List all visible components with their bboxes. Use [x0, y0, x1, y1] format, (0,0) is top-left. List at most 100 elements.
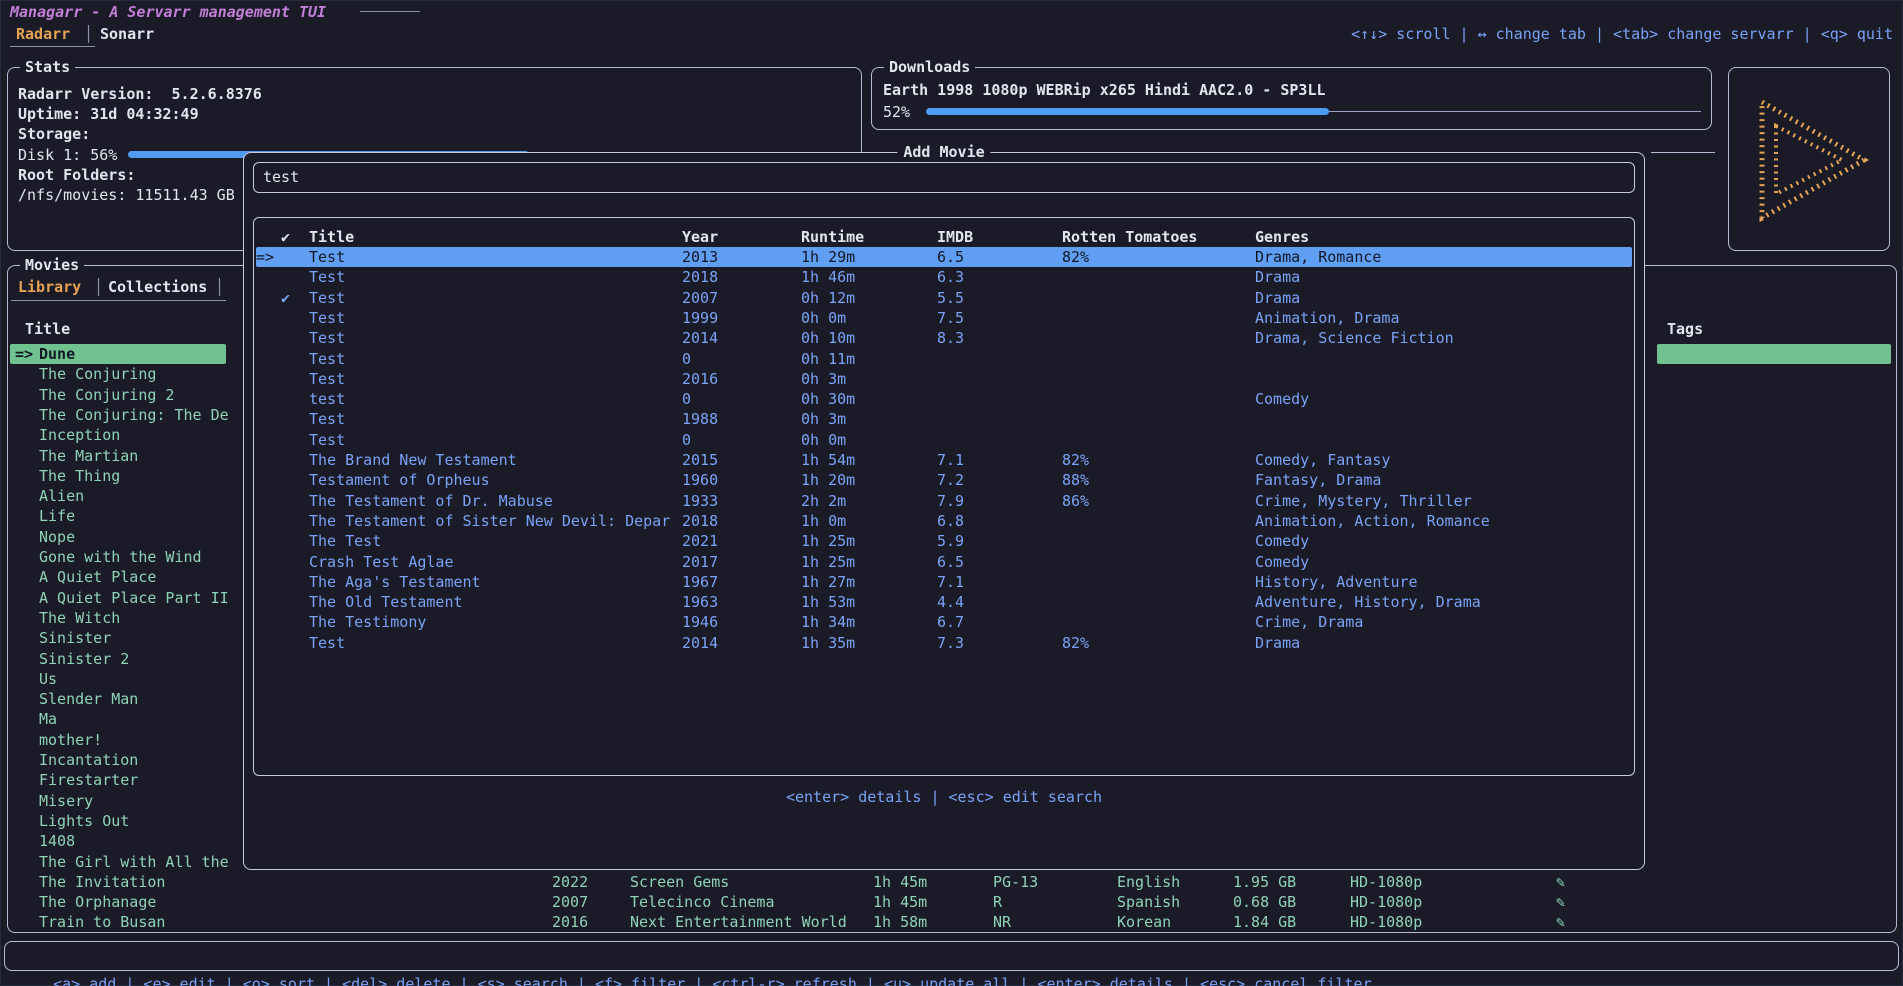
- cell-hl: [256, 572, 281, 592]
- cell-genres: Drama: [1255, 267, 1632, 287]
- cell-runtime: 0h 12m: [801, 288, 937, 308]
- add-movie-row[interactable]: ✔Test20070h 12m5.5Drama: [256, 288, 1632, 308]
- cell-year: 0: [682, 349, 801, 369]
- add-movie-row[interactable]: The Aga's Testament19671h 27m7.1History,…: [256, 572, 1632, 592]
- cell-rt: 82%: [1062, 247, 1255, 267]
- cell-genres: Comedy: [1255, 389, 1632, 409]
- cell-runtime: 2h 2m: [801, 491, 937, 511]
- cell-rt: [1062, 409, 1255, 429]
- cell-year: 2014: [682, 633, 801, 653]
- cell-imdb: 7.5: [937, 308, 1062, 328]
- cell-genres: Drama, Romance: [1255, 247, 1632, 267]
- cell-runtime: 0h 3m: [801, 409, 937, 429]
- movie-title: A Quiet Place Part II: [39, 588, 229, 608]
- cell-runtime: 0h 11m: [801, 349, 937, 369]
- movie-title: Misery: [39, 791, 93, 811]
- movie-title: mother!: [39, 730, 102, 750]
- add-movie-row[interactable]: Test19990h 0m7.5Animation, Drama: [256, 308, 1632, 328]
- cell-year: 0: [682, 389, 801, 409]
- movies-table-row[interactable]: 2022Screen Gems1h 45mPG-13English1.95 GB…: [0, 872, 1903, 892]
- gauge-fill: [926, 108, 1329, 115]
- cell-runtime: 1h 45m: [873, 872, 927, 892]
- movies-title-header: Title: [25, 319, 70, 339]
- tab-library[interactable]: Library: [18, 277, 81, 297]
- movie-title: Ma: [39, 709, 57, 729]
- downloads-panel-title: Downloads: [884, 57, 975, 77]
- add-movie-row[interactable]: Testament of Orpheus19601h 20m7.288%Fant…: [256, 470, 1632, 490]
- add-movie-row[interactable]: test00h 30mComedy: [256, 389, 1632, 409]
- cell-year: 1946: [682, 612, 801, 632]
- cell-hl: [256, 349, 281, 369]
- stat-disk-label: Disk 1: 56%: [18, 145, 117, 165]
- cell-rt: [1062, 349, 1255, 369]
- add-movie-row[interactable]: The Old Testament19631h 53m4.4Adventure,…: [256, 592, 1632, 612]
- add-movie-row[interactable]: Test19880h 3m: [256, 409, 1632, 429]
- tab-sonarr[interactable]: Sonarr: [100, 24, 154, 44]
- add-movie-row[interactable]: Test20181h 46m6.3Drama: [256, 267, 1632, 287]
- add-movie-row[interactable]: The Testament of Dr. Mabuse19332h 2m7.98…: [256, 491, 1632, 511]
- tab-radarr[interactable]: Radarr: [16, 24, 70, 44]
- movie-title: Us: [39, 669, 57, 689]
- cell-genres: Drama, Science Fiction: [1255, 328, 1632, 348]
- cell-cert: NR: [993, 912, 1011, 932]
- movie-title: Dune: [39, 344, 75, 364]
- cell-check: [281, 409, 309, 429]
- cell-rt: [1062, 267, 1255, 287]
- cell-check: [281, 572, 309, 592]
- cell-imdb: 7.2: [937, 470, 1062, 490]
- cell-runtime: 1h 0m: [801, 511, 937, 531]
- cell-title: Test: [309, 328, 682, 348]
- cell-check: [281, 247, 309, 267]
- cell-rt: [1062, 288, 1255, 308]
- cell-year: 2016: [682, 369, 801, 389]
- cell-quality: HD-1080p: [1350, 872, 1422, 892]
- cell-rt: 88%: [1062, 470, 1255, 490]
- cell-check: [281, 349, 309, 369]
- add-movie-search-input[interactable]: test: [253, 162, 1635, 193]
- movies-table-row[interactable]: 2016Next Entertainment World1h 58mNRKore…: [0, 912, 1903, 932]
- cell-genres: [1255, 349, 1632, 369]
- cell-imdb: [937, 349, 1062, 369]
- cell-title: The Aga's Testament: [309, 572, 682, 592]
- movie-title: Sinister: [39, 628, 111, 648]
- tag-icon: ✎: [1556, 912, 1565, 932]
- cell-imdb: [937, 430, 1062, 450]
- cell-hl: [256, 633, 281, 653]
- cell-runtime: 1h 45m: [873, 892, 927, 912]
- header-imdb: IMDB: [937, 227, 1062, 247]
- add-movie-row[interactable]: Test00h 0m: [256, 430, 1632, 450]
- add-movie-row[interactable]: =>Test20131h 29m6.582%Drama, Romance: [256, 247, 1632, 267]
- movie-title: The Conjuring 2: [39, 385, 174, 405]
- header--: ✔: [281, 227, 309, 247]
- cell-genres: Drama: [1255, 288, 1632, 308]
- add-movie-row[interactable]: Test20141h 35m7.382%Drama: [256, 633, 1632, 653]
- cell-runtime: 1h 35m: [801, 633, 937, 653]
- movie-title: Gone with the Wind: [39, 547, 202, 567]
- gauge-track: [1329, 111, 1701, 112]
- add-movie-row[interactable]: The Testimony19461h 34m6.7Crime, Drama: [256, 612, 1632, 632]
- add-movie-rows: =>Test20131h 29m6.582%Drama, RomanceTest…: [254, 247, 1634, 667]
- cell-imdb: 7.9: [937, 491, 1062, 511]
- movies-tab-divider-end: │: [215, 277, 224, 297]
- movie-title: The Thing: [39, 466, 120, 486]
- movie-title: The Witch: [39, 608, 120, 628]
- add-movie-row[interactable]: The Test20211h 25m5.9Comedy: [256, 531, 1632, 551]
- add-movie-row[interactable]: Test20140h 10m8.3Drama, Science Fiction: [256, 328, 1632, 348]
- cell-genres: Crime, Mystery, Thriller: [1255, 491, 1632, 511]
- add-movie-row[interactable]: The Testament of Sister New Devil: Depar…: [256, 511, 1632, 531]
- cell-year: 1967: [682, 572, 801, 592]
- tab-collections[interactable]: Collections: [108, 277, 207, 297]
- add-movie-row[interactable]: Crash Test Aglae20171h 25m6.5Comedy: [256, 552, 1632, 572]
- cell-title: Test: [309, 247, 682, 267]
- cell-year: 2021: [682, 531, 801, 551]
- cell-hl: [256, 470, 281, 490]
- cell-hl: [256, 552, 281, 572]
- add-movie-row[interactable]: Test20160h 3m: [256, 369, 1632, 389]
- movies-table-row[interactable]: 2007Telecinco Cinema1h 45mRSpanish0.68 G…: [0, 892, 1903, 912]
- movie-title: Slender Man: [39, 689, 138, 709]
- movie-title: A Quiet Place: [39, 567, 156, 587]
- add-movie-row[interactable]: Test00h 11m: [256, 349, 1632, 369]
- cell-runtime: 0h 0m: [801, 430, 937, 450]
- cell-cert: PG-13: [993, 872, 1038, 892]
- add-movie-row[interactable]: The Brand New Testament20151h 54m7.182%C…: [256, 450, 1632, 470]
